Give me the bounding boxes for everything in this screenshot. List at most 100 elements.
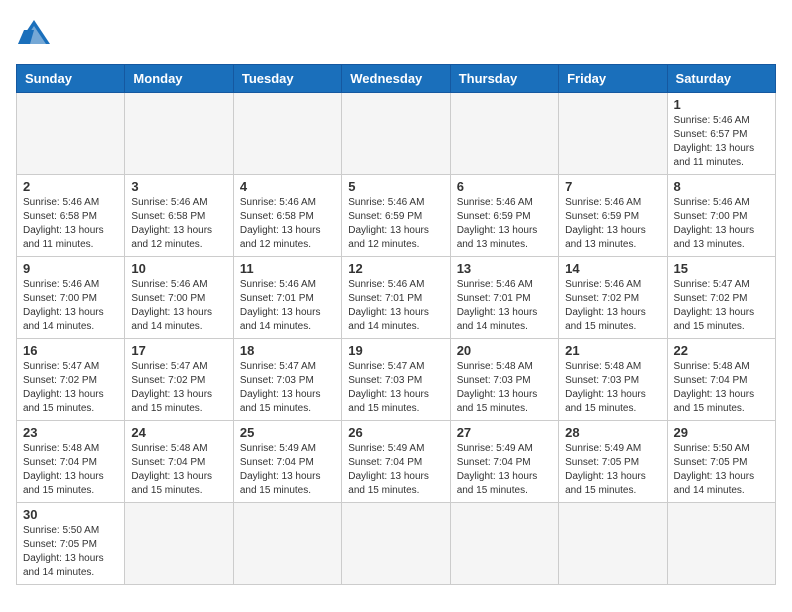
day-info: Sunrise: 5:46 AM Sunset: 6:58 PM Dayligh… xyxy=(131,196,226,252)
day-cell xyxy=(667,503,775,585)
day-cell xyxy=(125,503,233,585)
day-number: 13 xyxy=(457,261,552,276)
day-cell: 19 Sunrise: 5:47 AM Sunset: 7:03 PM Dayli… xyxy=(342,339,450,421)
day-cell: 22 Sunrise: 5:48 AM Sunset: 7:04 PM Dayli… xyxy=(667,339,775,421)
day-cell xyxy=(450,503,558,585)
day-number: 29 xyxy=(674,425,769,440)
day-number: 4 xyxy=(240,179,335,194)
day-cell xyxy=(342,93,450,175)
day-info: Sunrise: 5:46 AM Sunset: 7:00 PM Dayligh… xyxy=(674,196,769,252)
day-info: Sunrise: 5:47 AM Sunset: 7:03 PM Dayligh… xyxy=(348,360,443,416)
day-cell xyxy=(450,93,558,175)
day-cell: 5 Sunrise: 5:46 AM Sunset: 6:59 PM Daylig… xyxy=(342,175,450,257)
week-row-2: 9 Sunrise: 5:46 AM Sunset: 7:00 PM Daylig… xyxy=(17,257,776,339)
day-cell: 3 Sunrise: 5:46 AM Sunset: 6:58 PM Daylig… xyxy=(125,175,233,257)
day-cell: 8 Sunrise: 5:46 AM Sunset: 7:00 PM Daylig… xyxy=(667,175,775,257)
day-cell: 16 Sunrise: 5:47 AM Sunset: 7:02 PM Dayli… xyxy=(17,339,125,421)
day-number: 19 xyxy=(348,343,443,358)
day-number: 3 xyxy=(131,179,226,194)
day-cell: 20 Sunrise: 5:48 AM Sunset: 7:03 PM Dayli… xyxy=(450,339,558,421)
day-number: 23 xyxy=(23,425,118,440)
day-info: Sunrise: 5:46 AM Sunset: 7:01 PM Dayligh… xyxy=(240,278,335,334)
day-cell xyxy=(559,93,667,175)
day-info: Sunrise: 5:46 AM Sunset: 7:00 PM Dayligh… xyxy=(23,278,118,334)
day-cell: 24 Sunrise: 5:48 AM Sunset: 7:04 PM Dayli… xyxy=(125,421,233,503)
logo-icon xyxy=(16,16,52,52)
day-number: 21 xyxy=(565,343,660,358)
day-cell xyxy=(233,93,341,175)
day-info: Sunrise: 5:47 AM Sunset: 7:02 PM Dayligh… xyxy=(23,360,118,416)
logo xyxy=(16,16,58,52)
day-cell xyxy=(125,93,233,175)
weekday-header-friday: Friday xyxy=(559,65,667,93)
day-cell: 6 Sunrise: 5:46 AM Sunset: 6:59 PM Daylig… xyxy=(450,175,558,257)
day-number: 15 xyxy=(674,261,769,276)
day-number: 7 xyxy=(565,179,660,194)
day-cell: 25Sunrise: 5:49 AM Sunset: 7:04 PM Dayli… xyxy=(233,421,341,503)
day-number: 18 xyxy=(240,343,335,358)
day-cell: 28Sunrise: 5:49 AM Sunset: 7:05 PM Dayli… xyxy=(559,421,667,503)
day-cell: 7Sunrise: 5:46 AM Sunset: 6:59 PM Daylig… xyxy=(559,175,667,257)
weekday-header-wednesday: Wednesday xyxy=(342,65,450,93)
day-info: Sunrise: 5:50 AM Sunset: 7:05 PM Dayligh… xyxy=(23,524,118,580)
day-cell: 2 Sunrise: 5:46 AM Sunset: 6:58 PM Daylig… xyxy=(17,175,125,257)
day-info: Sunrise: 5:46 AM Sunset: 6:59 PM Dayligh… xyxy=(348,196,443,252)
day-cell: 17 Sunrise: 5:47 AM Sunset: 7:02 PM Dayli… xyxy=(125,339,233,421)
day-cell: 14 Sunrise: 5:46 AM Sunset: 7:02 PM Dayli… xyxy=(559,257,667,339)
day-cell xyxy=(233,503,341,585)
weekday-header-sunday: Sunday xyxy=(17,65,125,93)
day-cell: 18 Sunrise: 5:47 AM Sunset: 7:03 PM Dayli… xyxy=(233,339,341,421)
day-info: Sunrise: 5:47 AM Sunset: 7:03 PM Dayligh… xyxy=(240,360,335,416)
day-info: Sunrise: 5:46 AM Sunset: 7:01 PM Dayligh… xyxy=(457,278,552,334)
day-info: Sunrise: 5:50 AM Sunset: 7:05 PM Dayligh… xyxy=(674,442,769,498)
day-cell: 13 Sunrise: 5:46 AM Sunset: 7:01 PM Dayli… xyxy=(450,257,558,339)
day-info: Sunrise: 5:48 AM Sunset: 7:04 PM Dayligh… xyxy=(131,442,226,498)
day-info: Sunrise: 5:46 AM Sunset: 7:02 PM Dayligh… xyxy=(565,278,660,334)
day-info: Sunrise: 5:49 AM Sunset: 7:04 PM Dayligh… xyxy=(457,442,552,498)
weekday-header-monday: Monday xyxy=(125,65,233,93)
week-row-1: 2 Sunrise: 5:46 AM Sunset: 6:58 PM Daylig… xyxy=(17,175,776,257)
day-cell xyxy=(17,93,125,175)
day-number: 20 xyxy=(457,343,552,358)
day-number: 1 xyxy=(674,97,769,112)
day-cell xyxy=(342,503,450,585)
day-number: 10 xyxy=(131,261,226,276)
week-row-3: 16 Sunrise: 5:47 AM Sunset: 7:02 PM Dayli… xyxy=(17,339,776,421)
day-cell xyxy=(559,503,667,585)
weekday-header-saturday: Saturday xyxy=(667,65,775,93)
day-info: Sunrise: 5:48 AM Sunset: 7:04 PM Dayligh… xyxy=(674,360,769,416)
day-info: Sunrise: 5:48 AM Sunset: 7:03 PM Dayligh… xyxy=(565,360,660,416)
day-cell: 10Sunrise: 5:46 AM Sunset: 7:00 PM Dayli… xyxy=(125,257,233,339)
day-number: 22 xyxy=(674,343,769,358)
day-number: 6 xyxy=(457,179,552,194)
day-cell: 15Sunrise: 5:47 AM Sunset: 7:02 PM Dayli… xyxy=(667,257,775,339)
week-row-5: 30 Sunrise: 5:50 AM Sunset: 7:05 PM Dayli… xyxy=(17,503,776,585)
day-number: 9 xyxy=(23,261,118,276)
day-number: 24 xyxy=(131,425,226,440)
day-number: 30 xyxy=(23,507,118,522)
day-number: 12 xyxy=(348,261,443,276)
day-number: 8 xyxy=(674,179,769,194)
day-info: Sunrise: 5:46 AM Sunset: 6:59 PM Dayligh… xyxy=(457,196,552,252)
day-cell: 9 Sunrise: 5:46 AM Sunset: 7:00 PM Daylig… xyxy=(17,257,125,339)
day-number: 2 xyxy=(23,179,118,194)
day-info: Sunrise: 5:47 AM Sunset: 7:02 PM Dayligh… xyxy=(131,360,226,416)
day-info: Sunrise: 5:48 AM Sunset: 7:04 PM Dayligh… xyxy=(23,442,118,498)
day-number: 17 xyxy=(131,343,226,358)
week-row-4: 23 Sunrise: 5:48 AM Sunset: 7:04 PM Dayli… xyxy=(17,421,776,503)
day-cell: 30 Sunrise: 5:50 AM Sunset: 7:05 PM Dayli… xyxy=(17,503,125,585)
day-info: Sunrise: 5:48 AM Sunset: 7:03 PM Dayligh… xyxy=(457,360,552,416)
day-number: 14 xyxy=(565,261,660,276)
day-number: 5 xyxy=(348,179,443,194)
week-row-0: 1Sunrise: 5:46 AM Sunset: 6:57 PM Daylig… xyxy=(17,93,776,175)
day-number: 25 xyxy=(240,425,335,440)
day-cell: 23 Sunrise: 5:48 AM Sunset: 7:04 PM Dayli… xyxy=(17,421,125,503)
day-cell: 1Sunrise: 5:46 AM Sunset: 6:57 PM Daylig… xyxy=(667,93,775,175)
day-cell: 21 Sunrise: 5:48 AM Sunset: 7:03 PM Dayli… xyxy=(559,339,667,421)
day-number: 16 xyxy=(23,343,118,358)
day-number: 11 xyxy=(240,261,335,276)
calendar-table: SundayMondayTuesdayWednesdayThursdayFrid… xyxy=(16,64,776,585)
day-info: Sunrise: 5:46 AM Sunset: 6:58 PM Dayligh… xyxy=(23,196,118,252)
day-cell: 11 Sunrise: 5:46 AM Sunset: 7:01 PM Dayli… xyxy=(233,257,341,339)
day-cell: 26Sunrise: 5:49 AM Sunset: 7:04 PM Dayli… xyxy=(342,421,450,503)
